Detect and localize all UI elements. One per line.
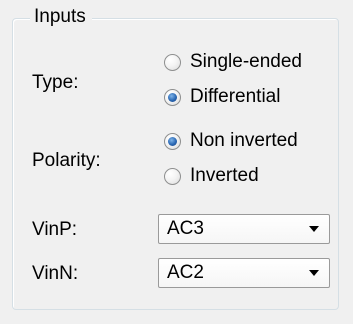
radio-differential-indicator[interactable]	[164, 88, 181, 106]
vinn-value: AC2	[167, 262, 204, 283]
type-label: Type:	[32, 72, 79, 93]
radio-single-ended[interactable]: Single-ended	[164, 50, 302, 74]
radio-non-inverted[interactable]: Non inverted	[164, 129, 298, 153]
radio-differential-label: Differential	[190, 86, 281, 107]
chevron-down-icon[interactable]	[309, 270, 319, 276]
vinp-dropdown[interactable]: AC3	[158, 214, 330, 244]
chevron-down-icon[interactable]	[309, 226, 319, 232]
radio-inverted-indicator[interactable]	[164, 167, 181, 185]
groupbox-title: Inputs	[30, 6, 92, 28]
vinn-label: VinN:	[32, 263, 79, 284]
vinp-label: VinP:	[32, 219, 78, 240]
radio-inverted[interactable]: Inverted	[164, 164, 259, 188]
vinp-value: AC3	[167, 218, 204, 239]
radio-non-inverted-indicator[interactable]	[164, 132, 181, 150]
radio-non-inverted-label: Non inverted	[190, 130, 298, 151]
vinn-dropdown[interactable]: AC2	[158, 258, 330, 288]
polarity-label: Polarity:	[32, 150, 101, 171]
radio-differential[interactable]: Differential	[164, 85, 280, 109]
radio-single-ended-indicator[interactable]	[164, 53, 181, 71]
radio-single-ended-label: Single-ended	[190, 51, 302, 72]
radio-inverted-label: Inverted	[190, 165, 259, 186]
